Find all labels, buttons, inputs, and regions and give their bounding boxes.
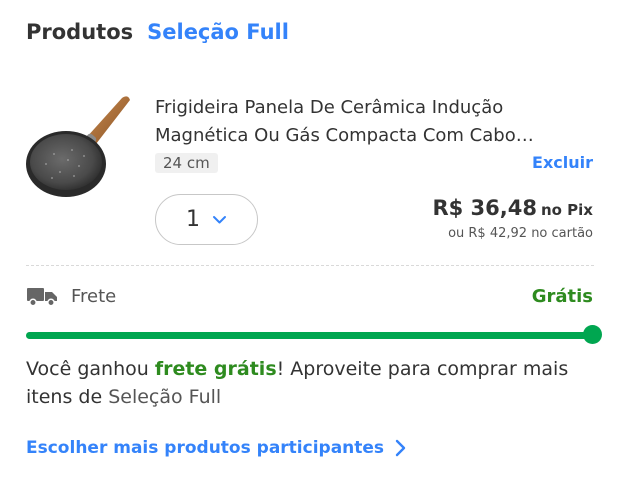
section-subtitle: Seleção Full bbox=[147, 20, 289, 44]
chevron-right-icon bbox=[395, 439, 406, 457]
progress-knob bbox=[583, 325, 602, 344]
more-products-label: Escolher mais produtos participantes bbox=[26, 438, 385, 458]
free-shipping-message: Você ganhou frete grátis! Aproveite para… bbox=[26, 355, 586, 411]
divider bbox=[26, 265, 594, 266]
cart-header: Produtos Seleção Full bbox=[26, 20, 289, 44]
shipping-value: Grátis bbox=[531, 285, 593, 307]
product-title[interactable]: Frigideira Panela De Cerâmica Indução Ma… bbox=[155, 94, 575, 150]
quantity-value: 1 bbox=[186, 207, 200, 232]
shipping-progress-bar bbox=[26, 325, 602, 344]
product-image[interactable] bbox=[24, 92, 132, 202]
chevron-down-icon bbox=[213, 215, 226, 223]
variant-tag: 24 cm bbox=[155, 153, 218, 173]
section-title: Produtos bbox=[26, 20, 134, 44]
message-brand: Seleção Full bbox=[108, 386, 222, 408]
message-prefix: Você ganhou bbox=[26, 358, 155, 380]
shipping-row: Frete Grátis bbox=[26, 283, 593, 309]
price-method: no Pix bbox=[540, 201, 593, 219]
quantity-selector[interactable]: 1 bbox=[155, 194, 258, 245]
frying-pan-icon bbox=[26, 96, 130, 197]
progress-fill bbox=[26, 332, 593, 339]
message-highlight: frete grátis bbox=[154, 358, 277, 380]
shipping-label: Frete bbox=[71, 285, 117, 307]
truck-icon bbox=[27, 288, 57, 307]
remove-button[interactable]: Excluir bbox=[532, 153, 593, 172]
more-products-link[interactable]: Escolher mais produtos participantes bbox=[26, 438, 406, 458]
price-value: R$ 36,48 bbox=[432, 196, 537, 220]
price-alternative: ou R$ 42,92 no cartão bbox=[448, 226, 593, 241]
price-block: R$ 36,48 no Pix bbox=[432, 196, 593, 220]
